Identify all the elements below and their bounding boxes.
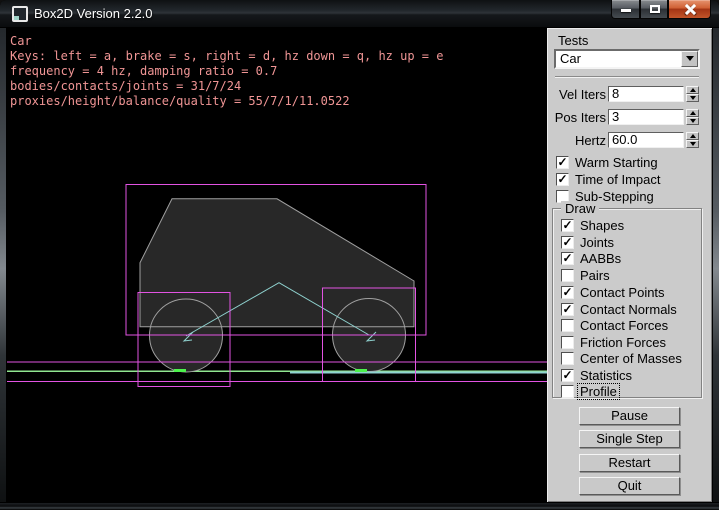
hertz-stepper[interactable]: [686, 132, 699, 148]
box2d-app-icon: [12, 6, 28, 22]
triangle-up-icon: [690, 88, 696, 92]
checkbox-label: Contact Normals: [580, 302, 677, 317]
window-title: Box2D Version 2.2.0: [34, 6, 153, 21]
stats-text-block: Car Keys: left = a, brake = s, right = d…: [10, 34, 443, 108]
checkbox-box[interactable]: ✓: [556, 156, 569, 169]
window-controls: [611, 0, 711, 19]
checkbox-label: Pairs: [580, 268, 610, 283]
test-select-dropdown[interactable]: Car: [554, 49, 700, 69]
pos-iters-label: Pos Iters: [554, 110, 606, 125]
checkbox-box[interactable]: ✓: [561, 252, 574, 265]
titlebar[interactable]: Box2D Version 2.2.0: [0, 0, 719, 28]
maximize-button[interactable]: [640, 0, 668, 19]
restore-icon: [650, 5, 660, 13]
checkbox-label: Statistics: [580, 368, 632, 383]
checkbox-label: Warm Starting: [575, 155, 658, 170]
minimize-button[interactable]: [611, 0, 640, 19]
keys-help-text: Keys: left = a, brake = s, right = d, hz…: [10, 49, 443, 63]
app-window: Box2D Version 2.2.0: [0, 0, 719, 510]
minimize-icon: [621, 9, 631, 12]
contact-point-rear: [174, 369, 186, 372]
vel-iters-stepper[interactable]: [686, 86, 699, 102]
checkbox-box[interactable]: [561, 269, 574, 282]
close-icon: [685, 4, 696, 15]
checkbox-label: Contact Points: [580, 285, 665, 300]
hertz-input[interactable]: 60.0: [608, 132, 684, 148]
spinner-up-button[interactable]: [686, 132, 699, 140]
close-button[interactable]: [668, 0, 711, 19]
triangle-up-icon: [690, 111, 696, 115]
pause-button[interactable]: Pause: [579, 407, 680, 425]
checkbox-box[interactable]: ✓: [561, 369, 574, 382]
checkbox-label: Shapes: [580, 218, 624, 233]
hertz-label: Hertz: [554, 133, 606, 148]
dropdown-arrow-button[interactable]: [681, 51, 698, 67]
control-panel: Tests Car Vel Iters 8 Pos Iters 3 Hertz …: [547, 28, 712, 502]
window-border-right: [712, 28, 719, 510]
test-title-text: Car: [10, 34, 32, 48]
checkbox-box[interactable]: ✓: [561, 219, 574, 232]
draw-group-title: Draw: [561, 201, 599, 216]
window-border-bottom: [0, 502, 719, 510]
simulation-viewport[interactable]: Car Keys: left = a, brake = s, right = d…: [7, 28, 547, 502]
proxies-stats-text: proxies/height/balance/quality = 55/7/1/…: [10, 94, 350, 108]
checkbox-label: Contact Forces: [580, 318, 668, 333]
vel-iters-label: Vel Iters: [554, 87, 606, 102]
separator: [555, 76, 699, 78]
spinner-down-button[interactable]: [686, 94, 699, 102]
frequency-text: frequency = 4 hz, damping ratio = 0.7: [10, 64, 277, 78]
pos-iters-stepper[interactable]: [686, 109, 699, 125]
checkbox-label: Time of Impact: [575, 172, 660, 187]
debug-draw: Car Keys: left = a, brake = s, right = d…: [7, 28, 547, 502]
tests-label: Tests: [558, 33, 588, 48]
checkbox-label: Center of Masses: [580, 351, 682, 366]
checkbox-label: Joints: [580, 235, 614, 250]
vel-iters-input[interactable]: 8: [608, 86, 684, 102]
restart-button[interactable]: Restart: [579, 454, 680, 472]
spinner-up-button[interactable]: [686, 109, 699, 117]
checkbox-box[interactable]: [561, 352, 574, 365]
checkbox-box[interactable]: [561, 336, 574, 349]
quit-button[interactable]: Quit: [579, 477, 680, 495]
test-selected-value: Car: [560, 51, 581, 67]
pos-iters-input[interactable]: 3: [608, 109, 684, 125]
spinner-down-button[interactable]: [686, 117, 699, 125]
triangle-down-icon: [690, 142, 696, 146]
bodies-stats-text: bodies/contacts/joints = 31/7/24: [10, 79, 241, 93]
contact-point-front: [355, 369, 367, 372]
checkbox-label: Friction Forces: [580, 335, 666, 350]
checkbox-box[interactable]: ✓: [561, 286, 574, 299]
checkbox-box[interactable]: ✓: [561, 303, 574, 316]
triangle-down-icon: [690, 96, 696, 100]
triangle-up-icon: [690, 134, 696, 138]
single-step-button[interactable]: Single Step: [579, 430, 680, 448]
spinner-up-button[interactable]: [686, 86, 699, 94]
triangle-down-icon: [690, 119, 696, 123]
checkbox-box[interactable]: [561, 319, 574, 332]
checkbox-box[interactable]: ✓: [561, 236, 574, 249]
spinner-down-button[interactable]: [686, 140, 699, 148]
checkbox-box[interactable]: [561, 385, 574, 398]
checkbox-box[interactable]: ✓: [556, 173, 569, 186]
checkbox-label: Profile: [578, 384, 619, 399]
chevron-down-icon: [686, 56, 694, 61]
window-border-left: [0, 28, 7, 510]
checkbox-label: AABBs: [580, 251, 621, 266]
